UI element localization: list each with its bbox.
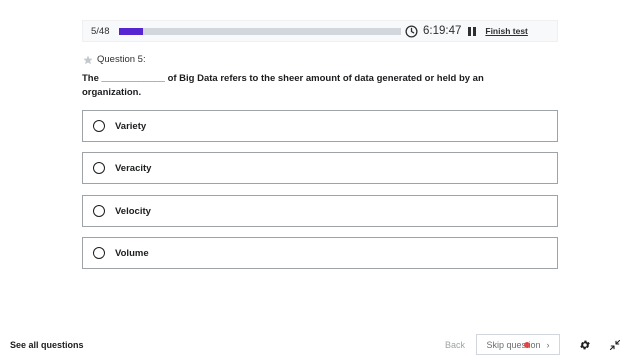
answer-label: Velocity <box>115 205 151 217</box>
see-all-questions-link[interactable]: See all questions <box>10 340 84 350</box>
answer-label: Volume <box>115 247 149 259</box>
answer-label: Veracity <box>115 162 152 174</box>
chevron-right-icon: › <box>546 339 550 350</box>
pause-icon[interactable] <box>467 26 477 36</box>
radio-button[interactable] <box>93 205 105 217</box>
radio-button[interactable] <box>93 162 105 174</box>
collapse-icon[interactable] <box>609 339 621 351</box>
timer-text: 6:19:47 <box>423 25 462 37</box>
question-label: Question 5: <box>83 54 146 65</box>
answer-option-volume[interactable]: Volume <box>82 237 558 269</box>
question-number: Question 5: <box>97 54 146 65</box>
timer: 6:19:47 <box>405 24 462 38</box>
answer-option-velocity[interactable]: Velocity <box>82 195 558 227</box>
progress-bar <box>119 27 401 35</box>
answer-option-veracity[interactable]: Veracity <box>82 152 558 184</box>
radio-button[interactable] <box>93 120 105 132</box>
radio-button[interactable] <box>93 247 105 259</box>
answer-label: Variety <box>115 120 147 132</box>
back-button[interactable]: Back <box>445 340 465 350</box>
mouse-cursor-indicator <box>524 342 530 348</box>
clock-icon <box>405 24 418 38</box>
skip-question-button[interactable]: Skip question › <box>476 334 560 355</box>
star-icon[interactable] <box>83 55 93 65</box>
finish-test-button[interactable]: Finish test <box>485 26 528 36</box>
question-text: The ____________ of Big Data refers to t… <box>82 73 484 98</box>
progress-count: 5/48 <box>91 25 110 37</box>
progress-bar-fill <box>119 27 143 35</box>
answer-option-variety[interactable]: Variety <box>82 110 558 142</box>
skip-question-label: Skip question <box>486 339 541 350</box>
test-header-bar: 5/48 6:19:47 Finish test <box>82 20 558 42</box>
gear-icon[interactable] <box>579 339 591 351</box>
